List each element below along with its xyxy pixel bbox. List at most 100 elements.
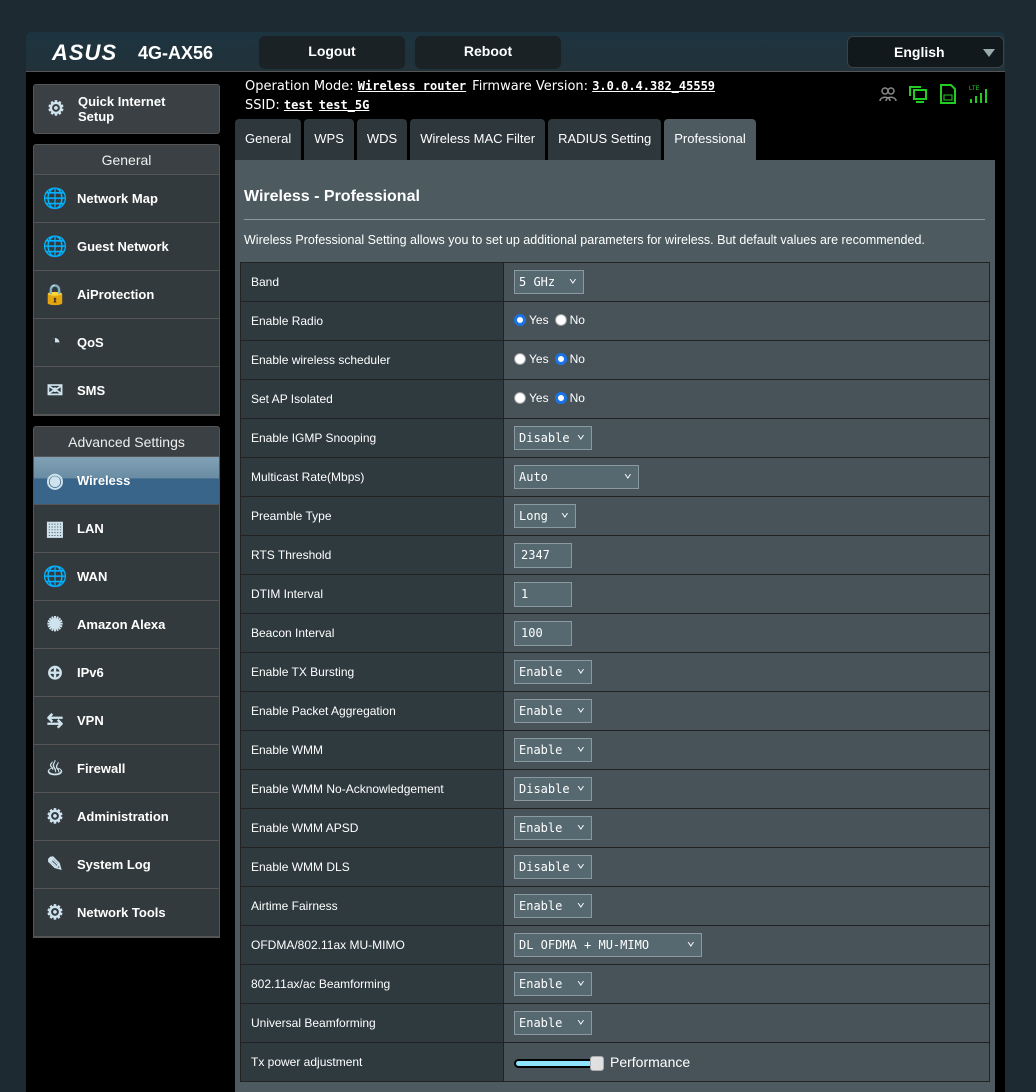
radio-label: No bbox=[569, 313, 585, 327]
tab-wps[interactable]: WPS bbox=[304, 119, 354, 160]
setting-row: 802.11ax/ac Beamforming Enable bbox=[240, 964, 990, 1004]
setting-value: Yes No bbox=[503, 301, 990, 341]
sidebar-item-aiprotection[interactable]: 🔒 AiProtection bbox=[34, 271, 219, 319]
radio-button[interactable] bbox=[514, 314, 526, 326]
radio-button[interactable] bbox=[554, 314, 567, 326]
setting-input[interactable]: 1 bbox=[514, 581, 572, 607]
sidebar-item-ipv6[interactable]: ⊕ IPv6 bbox=[34, 649, 219, 697]
reboot-button[interactable]: Reboot bbox=[415, 36, 561, 69]
setting-label: Enable WMM APSD bbox=[240, 808, 504, 848]
setting-select[interactable]: Enable bbox=[514, 891, 592, 918]
radio-button[interactable] bbox=[514, 353, 526, 365]
lte-signal-icon[interactable]: LTE bbox=[968, 84, 988, 104]
tab-wds[interactable]: WDS bbox=[356, 119, 408, 160]
tab-general[interactable]: General bbox=[235, 119, 302, 160]
sidebar-item-firewall[interactable]: ♨ Firewall bbox=[34, 745, 219, 793]
radio-no[interactable]: No bbox=[554, 313, 585, 327]
setting-row: Tx power adjustment Performance bbox=[240, 1042, 990, 1082]
setting-label: Enable WMM bbox=[240, 730, 504, 770]
sidebar-item-amazon-alexa[interactable]: ✺ Amazon Alexa bbox=[34, 601, 219, 649]
setting-select[interactable]: Enable bbox=[514, 969, 592, 996]
radio-yes[interactable]: Yes bbox=[514, 391, 549, 405]
quick-internet-setup[interactable]: ⚙ Quick Internet Setup bbox=[33, 84, 220, 134]
setting-value: DL OFDMA + MU-MIMO bbox=[503, 925, 990, 965]
sidebar-item-system-log[interactable]: ✎ System Log bbox=[34, 841, 219, 889]
setting-value: 1 bbox=[503, 574, 990, 614]
dropdown-arrow-icon bbox=[983, 49, 995, 57]
sidebar-item-network-map[interactable]: 🌐 Network Map bbox=[34, 175, 219, 223]
setting-select[interactable]: Enable bbox=[514, 813, 592, 840]
radio-button[interactable] bbox=[554, 392, 567, 404]
tab-wireless-mac-filter[interactable]: Wireless MAC Filter bbox=[410, 119, 546, 160]
advanced-group: Advanced Settings ◉ Wireless ▦ LAN 🌐 WAN ✺ Amaz… bbox=[33, 426, 220, 938]
setting-label: 802.11ax/ac Beamforming bbox=[240, 964, 504, 1004]
sidebar-item-lan[interactable]: ▦ LAN bbox=[34, 505, 219, 553]
sidebar-item-sms[interactable]: ✉ SMS bbox=[34, 367, 219, 415]
sidebar-item-network-tools[interactable]: ⚙ Network Tools bbox=[34, 889, 219, 937]
setting-row: Enable WMM DLS Disable bbox=[240, 847, 990, 887]
setting-select[interactable]: Disable bbox=[514, 852, 592, 879]
clients-icon[interactable] bbox=[878, 84, 898, 104]
ssid-5g-link[interactable]: test_5G bbox=[319, 98, 370, 112]
setting-value: Enable bbox=[503, 808, 990, 848]
ssid-label: SSID: bbox=[245, 98, 280, 113]
sidebar-item-administration[interactable]: ⚙ Administration bbox=[34, 793, 219, 841]
sidebar-item-label: AiProtection bbox=[77, 287, 155, 302]
setting-label: OFDMA/802.11ax MU-MIMO bbox=[240, 925, 504, 965]
firmware-link[interactable]: 3.0.0.4.382_45559 bbox=[592, 79, 715, 93]
gauge-icon: ◔ bbox=[48, 331, 62, 353]
fw-label: Firmware Version: bbox=[472, 79, 589, 94]
radio-button[interactable] bbox=[514, 392, 526, 404]
setting-value: 100 bbox=[503, 613, 990, 653]
setting-label: Preamble Type bbox=[240, 496, 504, 536]
setting-value: Enable bbox=[503, 964, 990, 1004]
setting-row: Enable WMM Enable bbox=[240, 730, 990, 770]
setting-select[interactable]: Disable bbox=[514, 774, 592, 801]
setting-row: RTS Threshold 2347 bbox=[240, 535, 990, 575]
setting-select[interactable]: DL OFDMA + MU-MIMO bbox=[514, 930, 702, 957]
setting-select[interactable]: Enable bbox=[514, 657, 592, 684]
language-select[interactable]: English bbox=[847, 36, 1004, 68]
sim-icon[interactable] bbox=[938, 84, 958, 104]
setting-input[interactable]: 100 bbox=[514, 620, 572, 646]
setting-row: Band 5 GHz bbox=[240, 262, 990, 302]
setting-select[interactable]: Enable bbox=[514, 696, 592, 723]
op-mode-link[interactable]: Wireless router bbox=[358, 79, 466, 93]
radio-button[interactable] bbox=[554, 353, 567, 365]
setting-row: Enable WMM No-Acknowledgement Disable bbox=[240, 769, 990, 809]
tx-power-slider[interactable] bbox=[514, 1056, 604, 1072]
lan-icon: ▦ bbox=[45, 518, 65, 540]
tab-professional[interactable]: Professional bbox=[664, 119, 756, 160]
radio-yes[interactable]: Yes bbox=[514, 352, 549, 366]
tab-radius-setting[interactable]: RADIUS Setting bbox=[548, 119, 662, 160]
general-group: General 🌐 Network Map 🌐 Guest Network 🔒 AiPro… bbox=[33, 144, 220, 416]
radio-no[interactable]: No bbox=[554, 391, 585, 405]
sidebar-item-wan[interactable]: 🌐 WAN bbox=[34, 553, 219, 601]
logout-button[interactable]: Logout bbox=[259, 36, 405, 69]
setting-input[interactable]: 2347 bbox=[514, 542, 572, 568]
setting-select[interactable]: Auto bbox=[514, 462, 639, 489]
ssid-link[interactable]: test bbox=[284, 98, 313, 112]
setting-row: Beacon Interval 100 bbox=[240, 613, 990, 653]
setting-value: Enable bbox=[503, 652, 990, 692]
setting-value: Enable bbox=[503, 886, 990, 926]
slider-handle[interactable] bbox=[590, 1056, 604, 1072]
sidebar-item-label: WAN bbox=[77, 569, 108, 584]
setting-select[interactable]: Enable bbox=[514, 735, 592, 762]
sidebar-item-label: Firewall bbox=[77, 761, 126, 776]
radio-no[interactable]: No bbox=[554, 352, 585, 366]
setting-select[interactable]: Enable bbox=[514, 1008, 592, 1035]
radio-yes[interactable]: Yes bbox=[514, 313, 549, 327]
setting-select[interactable]: Disable bbox=[514, 423, 592, 450]
sidebar-item-qos[interactable]: ◔ QoS bbox=[34, 319, 219, 367]
setting-value: Enable bbox=[503, 730, 990, 770]
sidebar-item-wireless[interactable]: ◉ Wireless bbox=[34, 457, 219, 505]
network-icon[interactable] bbox=[908, 84, 928, 104]
setting-select[interactable]: 5 GHz bbox=[514, 267, 584, 294]
setting-select[interactable]: Long bbox=[514, 501, 576, 528]
sidebar-item-guest-network[interactable]: 🌐 Guest Network bbox=[34, 223, 219, 271]
setting-label: Airtime Fairness bbox=[240, 886, 504, 926]
setting-label: Tx power adjustment bbox=[240, 1042, 504, 1082]
guest-icon: 🌐 bbox=[42, 236, 68, 258]
sidebar-item-vpn[interactable]: ⇆ VPN bbox=[34, 697, 219, 745]
